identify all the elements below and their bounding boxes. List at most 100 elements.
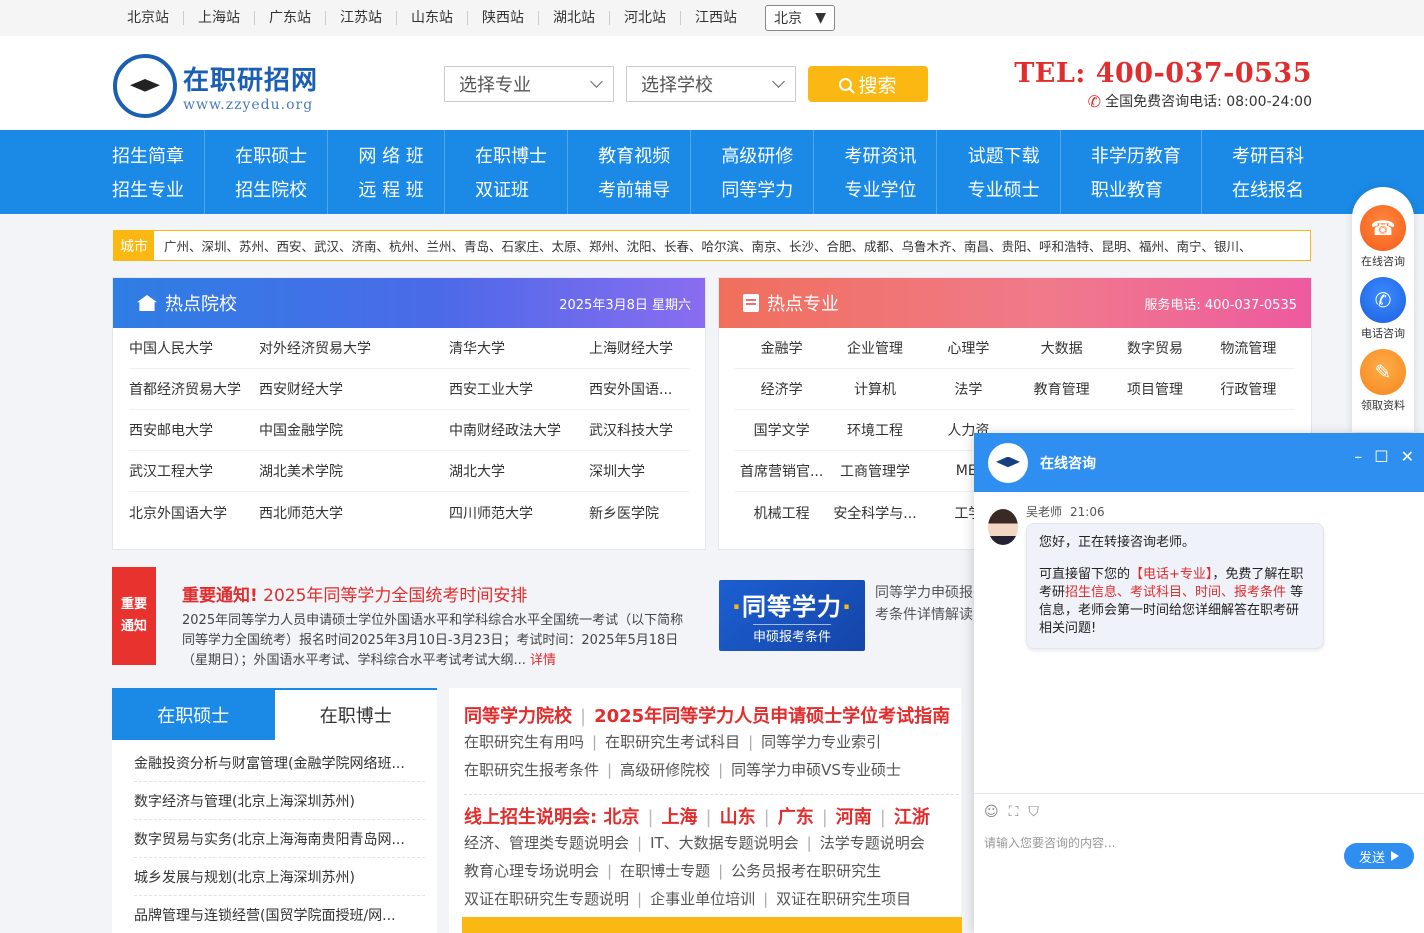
seminar-city-link[interactable]: 山东 (720, 807, 756, 828)
city-site-link[interactable]: 北京站 (113, 11, 183, 25)
article-link[interactable]: 经济、管理类专题说明会 (464, 834, 629, 852)
city-site-link[interactable]: 江苏站 (325, 11, 396, 25)
tab-master[interactable]: 在职硕士 (112, 690, 275, 740)
list-item[interactable]: 数字贸易与实务(北京上海海南贵阳青岛网... (134, 820, 425, 858)
article-link[interactable]: 高级研修院校 (620, 761, 710, 779)
major-link[interactable]: 首席营销官... (735, 461, 828, 481)
nav-link[interactable]: 在职博士 (475, 142, 547, 168)
list-item[interactable]: 城乡发展与规划(北京上海深圳苏州) (134, 858, 425, 896)
school-link[interactable]: 西安财经大学 (259, 379, 449, 399)
city-site-link[interactable]: 江西站 (680, 11, 751, 25)
nav-link[interactable]: 网 络 班 (358, 142, 423, 168)
school-link[interactable]: 西安外国语... (589, 379, 689, 399)
school-link[interactable]: 武汉工程大学 (129, 461, 259, 481)
send-button[interactable]: 发送 (1344, 843, 1414, 869)
school-link[interactable]: 北京外国语大学 (129, 503, 259, 523)
seminar-city-link[interactable]: 江浙 (894, 807, 930, 828)
major-link[interactable]: 企业管理 (828, 338, 921, 358)
minimize-icon[interactable]: – (1354, 447, 1362, 466)
school-link[interactable]: 深圳大学 (589, 461, 689, 481)
major-link[interactable]: 国学文学 (735, 420, 828, 440)
major-link[interactable]: 教育管理 (1015, 379, 1108, 399)
major-link[interactable]: 数字贸易 (1108, 338, 1201, 358)
major-link[interactable]: 大数据 (1015, 338, 1108, 358)
promo-banner[interactable]: ·同等学力· 申硕报考条件 (719, 580, 865, 651)
seminar-city-link[interactable]: 广东 (778, 807, 814, 828)
major-link[interactable]: 计算机 (828, 379, 921, 399)
school-link[interactable]: 清华大学 (449, 338, 589, 358)
nav-link[interactable]: 招生院校 (235, 176, 307, 202)
article-link[interactable]: 教育心理专场说明会 (464, 862, 599, 880)
nav-link[interactable]: 双证班 (475, 176, 547, 202)
seminar-city-link[interactable]: 河南 (836, 807, 872, 828)
city-site-link[interactable]: 陕西站 (467, 11, 538, 25)
nav-link[interactable]: 考前辅导 (598, 176, 670, 202)
city-site-link[interactable]: 河北站 (609, 11, 680, 25)
city-select-dropdown[interactable]: 北京 ▼ (765, 5, 835, 31)
select-school-dropdown[interactable]: 选择学校 (626, 66, 796, 102)
school-link[interactable]: 西安工业大学 (449, 379, 589, 399)
school-link[interactable]: 湖北大学 (449, 461, 589, 481)
list-item[interactable]: 金融投资分析与财富管理(金融学院网络班... (134, 744, 425, 782)
major-link[interactable]: 物流管理 (1202, 338, 1295, 358)
side-get-materials[interactable]: ✎ 领取资料 (1360, 349, 1406, 413)
major-link[interactable]: 行政管理 (1202, 379, 1295, 399)
nav-link[interactable]: 同等学力 (721, 176, 793, 202)
major-link[interactable]: 心理学 (922, 338, 1015, 358)
nav-link[interactable]: 专业硕士 (968, 176, 1040, 202)
school-link[interactable]: 对外经济贸易大学 (259, 338, 449, 358)
city-site-link[interactable]: 湖北站 (538, 11, 609, 25)
notice-title[interactable]: 重要通知! 2025年同等学力全国统考时间安排 (182, 581, 527, 606)
city-site-link[interactable]: 上海站 (183, 11, 254, 25)
nav-link[interactable]: 高级研修 (721, 142, 793, 168)
article-link[interactable]: 法学专题说明会 (820, 834, 925, 852)
article-headline-1[interactable]: 同等学力院校 | 2025年同等学力人员申请硕士学位考试指南 (464, 702, 961, 728)
nav-link[interactable]: 在职硕士 (235, 142, 307, 168)
major-link[interactable]: 工商管理学 (828, 461, 921, 481)
nav-link[interactable]: 考研百科 (1232, 142, 1304, 168)
major-link[interactable]: 经济学 (735, 379, 828, 399)
nav-link[interactable]: 教育视频 (598, 142, 670, 168)
side-online-consult[interactable]: ☎ 在线咨询 (1360, 205, 1406, 269)
article-link[interactable]: 在职研究生有用吗 (464, 733, 584, 751)
nav-link[interactable]: 职业教育 (1091, 176, 1181, 202)
major-link[interactable]: 安全科学与... (828, 503, 921, 523)
nav-link[interactable]: 非学历教育 (1091, 142, 1181, 168)
tab-doctor[interactable]: 在职博士 (274, 690, 437, 740)
article-link[interactable]: IT、大数据专题说明会 (650, 834, 799, 852)
chat-input[interactable]: 请输入您要咨询的内容... (984, 834, 1115, 851)
major-link[interactable]: 金融学 (735, 338, 828, 358)
search-button[interactable]: 搜索 (808, 66, 928, 102)
article-link[interactable]: 同等学力申硕VS专业硕士 (731, 761, 901, 779)
site-logo[interactable]: 在职研招网 www.zzyedu.org (113, 54, 318, 118)
promo-text[interactable]: 同等学力申硕报 考条件详情解读 (875, 582, 975, 626)
article-link[interactable]: 双证在职研究生专题说明 (464, 890, 629, 908)
nav-link[interactable]: 在线报名 (1232, 176, 1304, 202)
city-site-link[interactable]: 广东站 (254, 11, 325, 25)
school-link[interactable]: 西安邮电大学 (129, 420, 259, 440)
school-link[interactable]: 新乡医学院 (589, 503, 689, 523)
seminar-city-link[interactable]: 线上招生说明会: 北京 (464, 807, 639, 828)
school-link[interactable]: 上海财经大学 (589, 338, 689, 358)
major-link[interactable]: 机械工程 (735, 503, 828, 523)
article-link[interactable]: 公务员报考在职研究生 (731, 862, 881, 880)
seminar-city-link[interactable]: 上海 (662, 807, 698, 828)
nav-link[interactable]: 远 程 班 (358, 176, 423, 202)
school-link[interactable]: 武汉科技大学 (589, 420, 689, 440)
article-link[interactable]: 在职博士专题 (620, 862, 710, 880)
school-link[interactable]: 中南财经政法大学 (449, 420, 589, 440)
school-link[interactable]: 首都经济贸易大学 (129, 379, 259, 399)
list-item[interactable]: 品牌管理与连锁经营(国贸学院面授班/网... (134, 896, 425, 933)
close-icon[interactable]: ✕ (1401, 447, 1414, 466)
major-link[interactable]: 项目管理 (1108, 379, 1201, 399)
screenshot-icon[interactable]: ⛶ (1009, 804, 1019, 820)
select-major-dropdown[interactable]: 选择专业 (444, 66, 614, 102)
school-link[interactable]: 中国金融学院 (259, 420, 449, 440)
major-link[interactable]: 环境工程 (828, 420, 921, 440)
nav-link[interactable]: 专业学位 (844, 176, 916, 202)
list-item[interactable]: 数字经济与管理(北京上海深圳苏州) (134, 782, 425, 820)
maximize-icon[interactable]: ☐ (1374, 447, 1388, 466)
school-link[interactable]: 西北师范大学 (259, 503, 449, 523)
notice-detail-link[interactable]: 详情 (530, 653, 556, 668)
nav-link[interactable]: 试题下载 (968, 142, 1040, 168)
